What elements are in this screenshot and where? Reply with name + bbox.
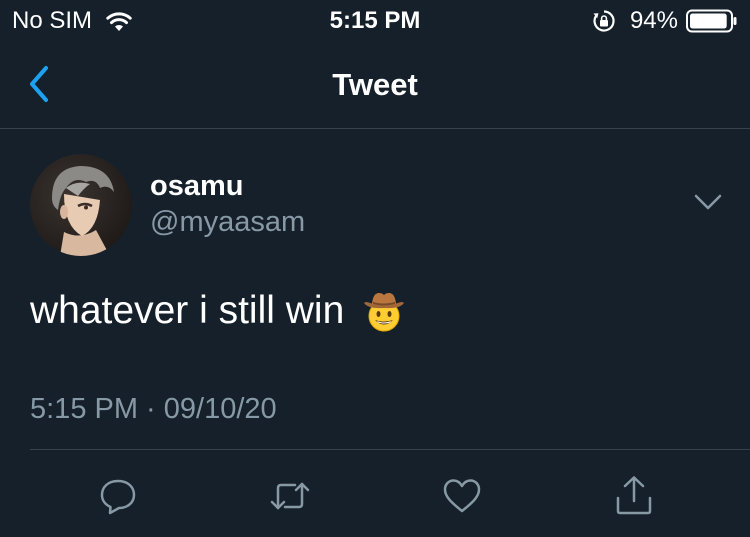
battery-percent: 94% [629, 7, 678, 34]
like-button[interactable] [440, 474, 484, 518]
reply-icon [100, 479, 136, 515]
reply-button[interactable] [96, 474, 140, 518]
tweet-text-content: whatever i still win [30, 289, 345, 332]
divider [30, 449, 750, 450]
rotation-lock-icon [592, 9, 616, 33]
page-title: Tweet [332, 67, 418, 102]
battery-icon [686, 9, 738, 33]
cowboy-hat-face-icon [362, 289, 406, 333]
share-button[interactable] [612, 474, 656, 518]
chevron-down-icon [694, 194, 722, 210]
retweet-button[interactable] [268, 474, 312, 518]
display-name[interactable]: osamu [150, 170, 243, 202]
avatar[interactable] [30, 154, 132, 256]
user-handle[interactable]: @myaasam [150, 206, 305, 238]
tweet-options-button[interactable] [690, 188, 726, 216]
heart-icon [443, 479, 481, 513]
tweet-timestamp: 5:15 PM · 09/10/20 [30, 393, 277, 425]
tweet-text: whatever i still win [30, 288, 406, 334]
status-bar: No SIM 5:15 PM 94% [0, 0, 750, 40]
retweet-icon [270, 482, 310, 510]
nav-bar: Tweet [0, 40, 750, 129]
share-icon [616, 476, 652, 515]
